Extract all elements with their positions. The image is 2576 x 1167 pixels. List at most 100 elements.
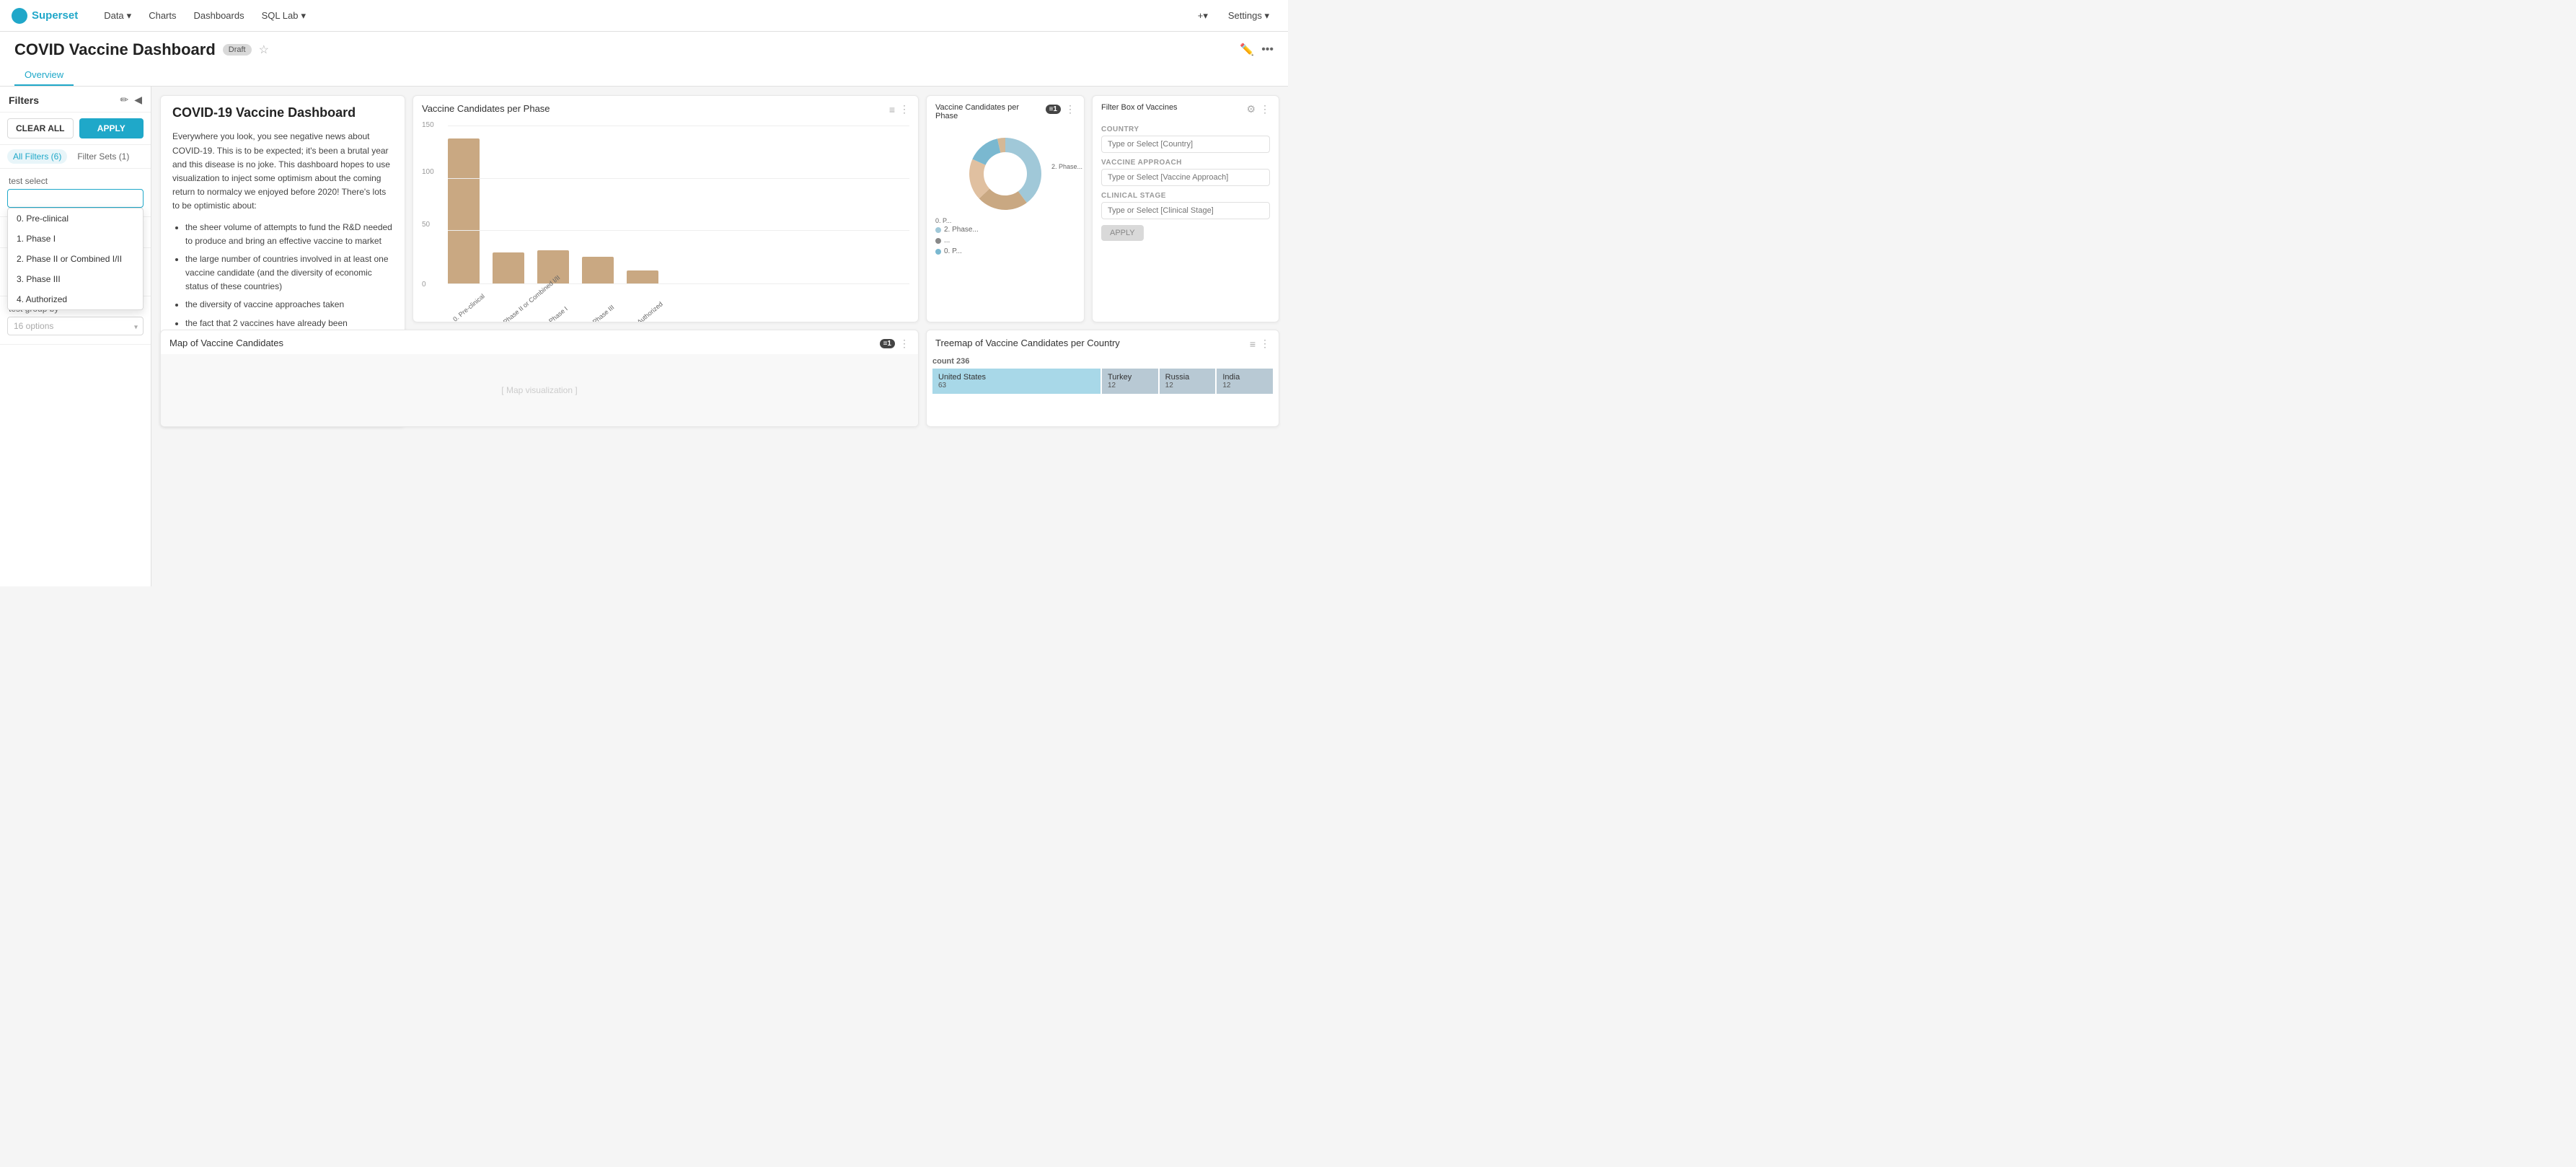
filter-panel: Filters ✏ ◀ CLEAR ALL APPLY All Filters … [0, 87, 151, 586]
filters-title: Filters [9, 94, 39, 106]
donut-card-title: Vaccine Candidates per Phase [935, 103, 1040, 120]
donut-legend: 2. Phase... ... 0. P... [935, 226, 1075, 255]
filter-input-wrap-test-select: 0. Pre-clinical 1. Phase I 2. Phase II o… [0, 189, 151, 211]
more-options-icon[interactable]: ⋮ [899, 103, 909, 115]
group-by-select-wrap: 16 options ▾ [0, 317, 151, 338]
bar-phase3 [582, 257, 614, 284]
filterbox-card: Filter Box of Vaccines ⚙ ⋮ COUNTRY VACCI… [1092, 95, 1279, 322]
legend-dot-2 [935, 249, 941, 255]
treemap-card: Treemap of Vaccine Candidates per Countr… [926, 330, 1279, 427]
filter-header: Filters ✏ ◀ [0, 87, 151, 113]
header-icons: ✏️ ••• [1240, 43, 1274, 57]
legend-dot-1 [935, 238, 941, 244]
nav-dashboards[interactable]: Dashboards [185, 0, 253, 32]
treemap-cell-us: United States 63 [932, 369, 1100, 394]
bullet-2: the large number of countries involved i… [185, 252, 393, 294]
option-phase-1[interactable]: 1. Phase I [8, 229, 143, 249]
map-card-header: Map of Vaccine Candidates ≡1 ⋮ [161, 330, 918, 354]
more-options-icon[interactable]: ⋮ [899, 338, 909, 350]
tab-all-filters[interactable]: All Filters (6) [7, 149, 67, 164]
treemap-cell-turkey: Turkey 12 [1102, 369, 1158, 394]
treemap-cell-russia: Russia 12 [1160, 369, 1216, 394]
settings-button[interactable]: Settings ▾ [1221, 7, 1276, 25]
treemap-cell-india: India 12 [1217, 369, 1273, 394]
legend-item-1: ... [935, 237, 1075, 245]
nav-data[interactable]: Data ▾ [95, 0, 140, 32]
more-options-icon[interactable]: ⋮ [1260, 338, 1270, 350]
fb-stage-label: CLINICAL STAGE [1101, 192, 1270, 200]
fb-approach-input[interactable] [1101, 169, 1270, 186]
apply-button[interactable]: APPLY [79, 118, 144, 138]
treemap-us-count: 63 [938, 382, 1095, 389]
legend-dot-0 [935, 227, 941, 233]
bar-pre-clinical [448, 138, 480, 284]
treemap-content: count 236 United States 63 Turkey 12 Rus… [927, 354, 1279, 397]
text-card-bullets: the sheer volume of attempts to fund the… [172, 221, 393, 330]
nav-charts[interactable]: Charts [140, 0, 185, 32]
top-nav: Superset Data ▾ Charts Dashboards SQL La… [0, 0, 1288, 32]
dashboard-tabs: Overview [14, 65, 1274, 86]
nav-right: +▾ Settings ▾ [1191, 7, 1276, 25]
filter-icon[interactable]: ≡ [889, 104, 895, 115]
option-phase-2[interactable]: 2. Phase II or Combined I/II [8, 249, 143, 269]
donut-chart [962, 131, 1049, 217]
more-options-icon[interactable]: ⋮ [1260, 103, 1270, 115]
test-select-input[interactable] [7, 189, 144, 208]
chevron-down-icon: ▾ [301, 10, 306, 22]
logo-icon [12, 8, 27, 24]
option-authorized[interactable]: 4. Authorized [8, 289, 143, 309]
bar-chart-icons: ≡ ⋮ [889, 103, 909, 115]
filter-settings-icon[interactable]: ⚙ [1246, 103, 1256, 115]
map-card-icons: ≡1 ⋮ [880, 338, 909, 350]
fb-apply-button[interactable]: APPLY [1101, 225, 1144, 241]
option-pre-clinical[interactable]: 0. Pre-clinical [8, 208, 143, 229]
text-card-content: COVID-19 Vaccine Dashboard Everywhere yo… [161, 96, 405, 343]
treemap-india-count: 12 [1222, 382, 1267, 389]
star-icon[interactable]: ☆ [259, 43, 269, 57]
dashboard-title: COVID Vaccine Dashboard [14, 40, 216, 59]
treemap-india-name: India [1222, 373, 1267, 382]
edit-icon[interactable]: ✏️ [1240, 43, 1254, 57]
fb-country-input[interactable] [1101, 136, 1270, 153]
filter-icon[interactable]: ≡ [1250, 338, 1256, 350]
treemap-turkey-name: Turkey [1108, 373, 1152, 382]
donut-card-icons: ≡1 ⋮ [1046, 103, 1075, 115]
clear-all-button[interactable]: CLEAR ALL [7, 118, 74, 138]
donut-label-phase2: 2. Phase... [1051, 163, 1082, 170]
donut-card: Vaccine Candidates per Phase ≡1 ⋮ [926, 95, 1085, 322]
nav-sqllab[interactable]: SQL Lab ▾ [253, 0, 314, 32]
x-label-2: 2. Phase II or Combined I/II [496, 304, 525, 322]
collapse-filter-icon[interactable]: ◀ [134, 94, 142, 106]
phase-dropdown: 0. Pre-clinical 1. Phase I 2. Phase II o… [7, 208, 144, 310]
donut-container: 2. Phase... 0. P... 2. Phase... ... 0. P… [927, 125, 1084, 261]
tab-overview[interactable]: Overview [14, 65, 74, 86]
bar-chart-card: Vaccine Candidates per Phase ≡ ⋮ 150 100… [413, 95, 919, 322]
add-button[interactable]: +▾ [1191, 7, 1215, 25]
donut-label-phase0: 0. P... [935, 217, 951, 224]
treemap-header: Treemap of Vaccine Candidates per Countr… [927, 330, 1279, 354]
bar-chart-header: Vaccine Candidates per Phase ≡ ⋮ [413, 96, 918, 120]
option-phase-3[interactable]: 3. Phase III [8, 269, 143, 289]
map-placeholder: [ Map visualization ] [161, 354, 918, 426]
legend-item-0: 2. Phase... [935, 226, 1075, 234]
logo-text: Superset [32, 9, 78, 22]
treemap-russia-name: Russia [1165, 373, 1210, 382]
bullet-4: the fact that 2 vaccines have already be… [185, 317, 393, 330]
bar-chart-title: Vaccine Candidates per Phase [422, 103, 550, 114]
more-options-icon[interactable]: ••• [1261, 43, 1274, 56]
x-label-0: 0. Pre-clinical [451, 297, 485, 322]
tab-filter-sets[interactable]: Filter Sets (1) [71, 149, 135, 164]
dashboard-content: COVID-19 Vaccine Dashboard Everywhere yo… [151, 87, 1288, 586]
donut-card-header: Vaccine Candidates per Phase ≡1 ⋮ [927, 96, 1084, 125]
bullet-3: the diversity of vaccine approaches take… [185, 298, 393, 312]
treemap-title: Treemap of Vaccine Candidates per Countr… [935, 338, 1120, 348]
treemap-icons: ≡ ⋮ [1250, 338, 1270, 350]
more-options-icon[interactable]: ⋮ [1065, 103, 1075, 115]
fb-stage-input[interactable] [1101, 202, 1270, 219]
filter-actions: CLEAR ALL APPLY [0, 113, 151, 145]
treemap-turkey-count: 12 [1108, 382, 1152, 389]
donut-badge: ≡1 [1046, 105, 1061, 114]
group-by-select[interactable]: 16 options [7, 317, 144, 335]
edit-filter-icon[interactable]: ✏ [120, 94, 128, 106]
treemap-russia-count: 12 [1165, 382, 1210, 389]
